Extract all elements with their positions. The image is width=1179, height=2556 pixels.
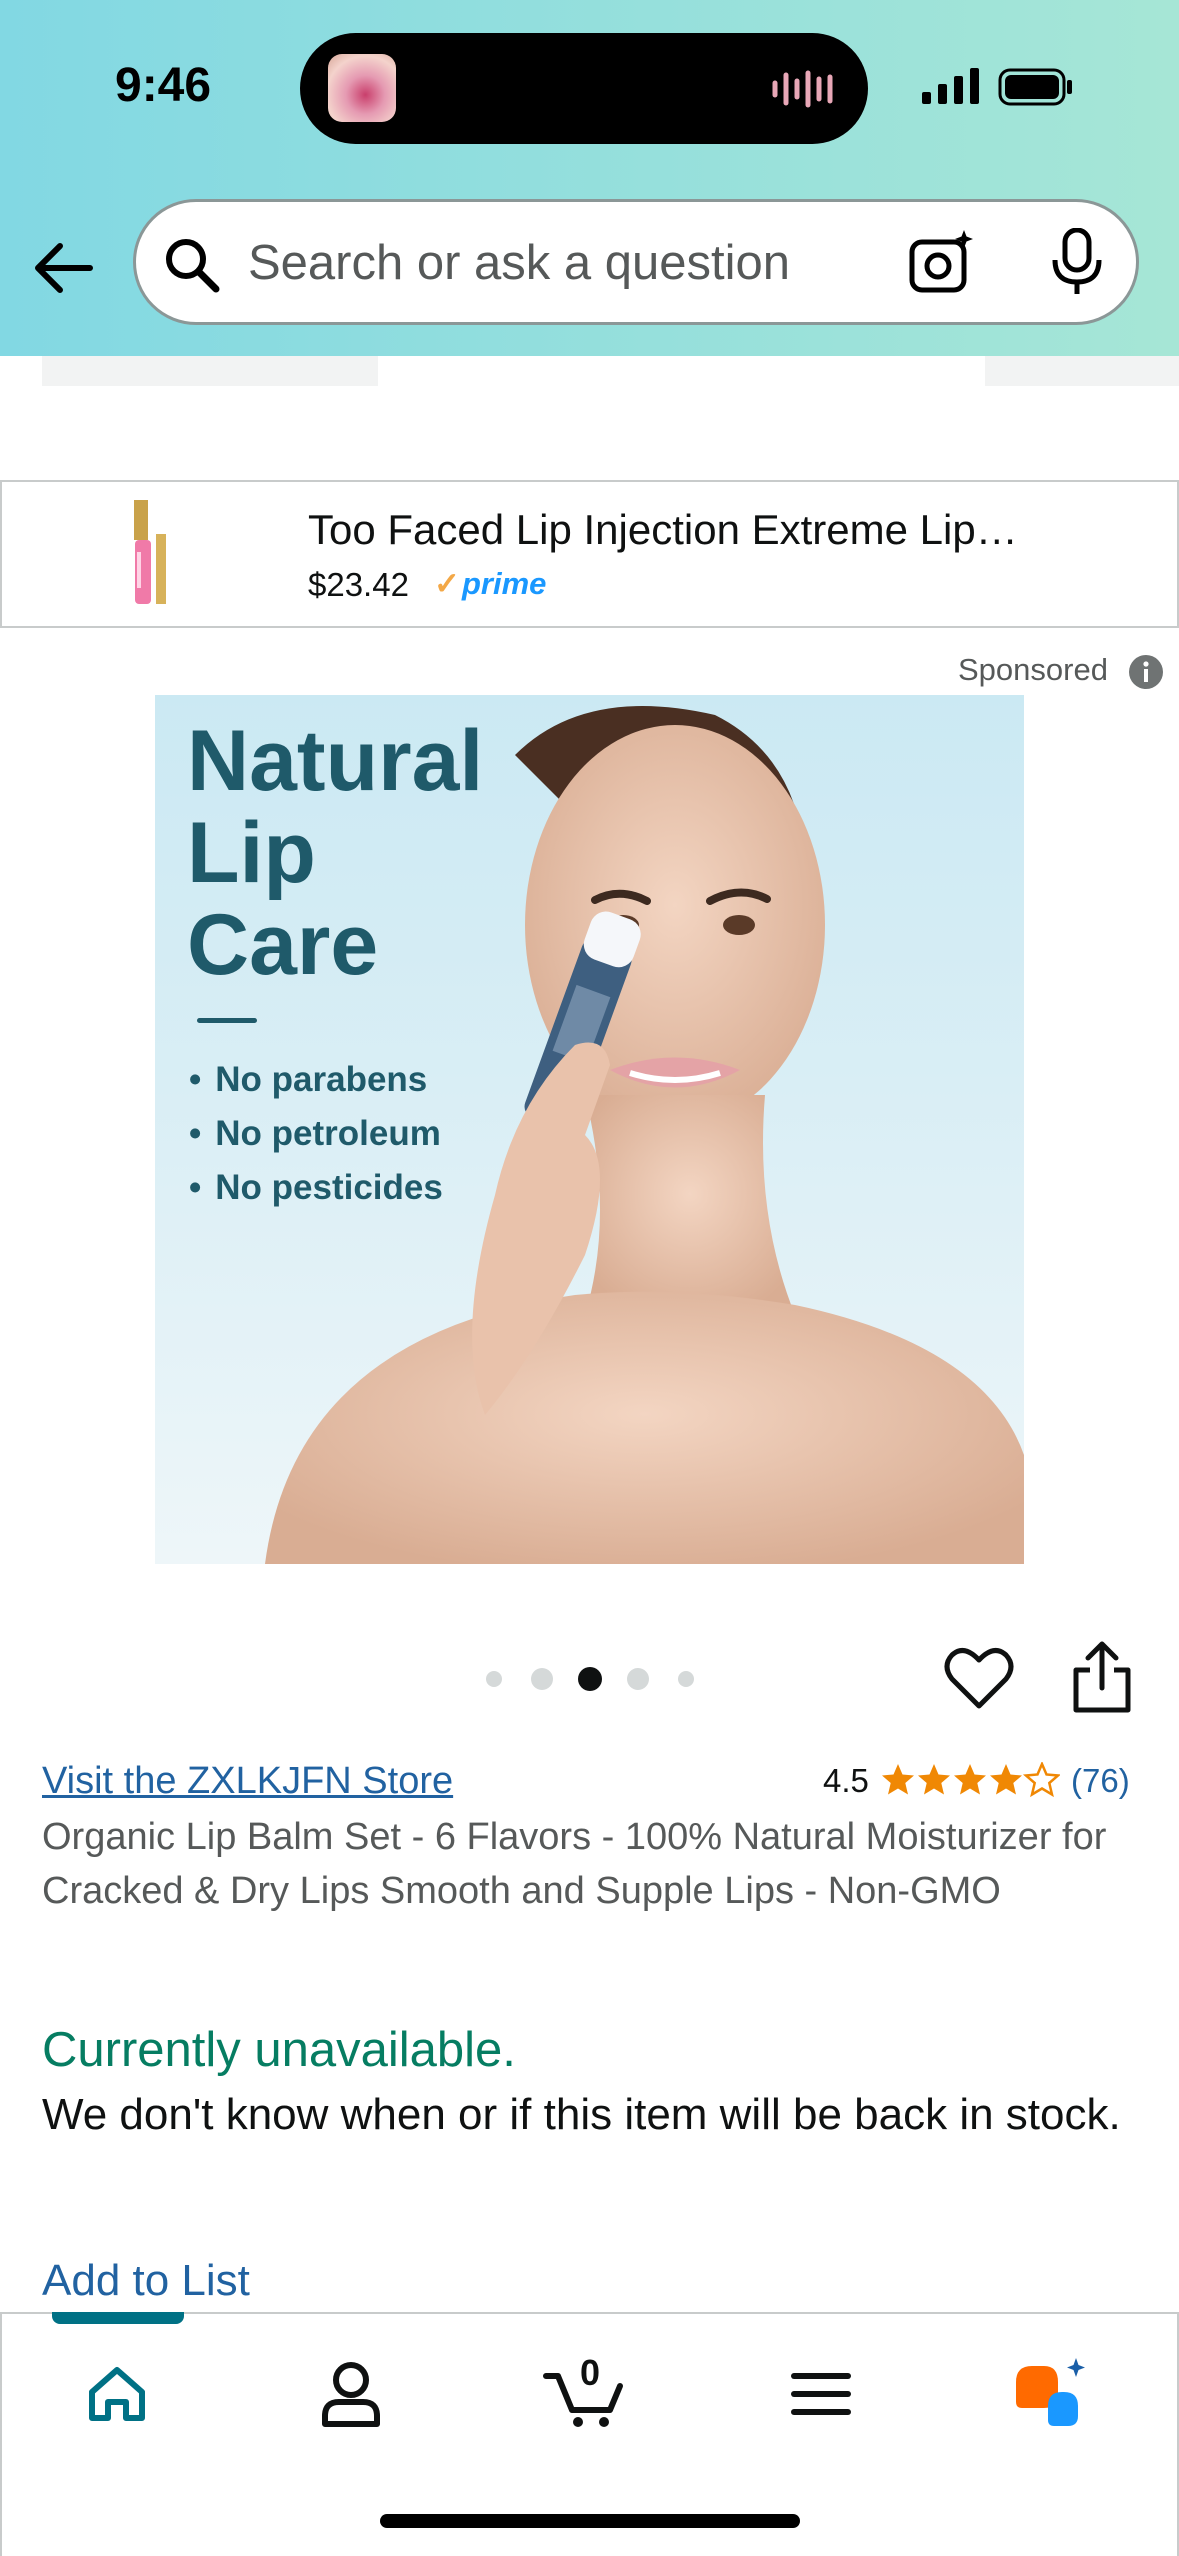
- hero-title: Natural Lip Care: [187, 715, 483, 991]
- active-tab-indicator: [52, 2312, 184, 2324]
- cellular-signal-icon: [922, 68, 979, 104]
- availability-status: Currently unavailable.: [42, 2023, 516, 2077]
- scrolled-content-remnant: [985, 356, 1179, 386]
- sponsored-product-title[interactable]: Too Faced Lip Injection Extreme Lip…: [308, 506, 1088, 554]
- carousel-page-indicator[interactable]: [480, 1664, 700, 1694]
- product-thumbnail: [134, 500, 166, 604]
- rating-count-link[interactable]: (76): [1071, 1762, 1130, 1800]
- star-icon: [954, 1764, 986, 1795]
- home-icon[interactable]: [72, 2352, 162, 2432]
- carousel-dot[interactable]: [627, 1668, 649, 1690]
- hero-title-line: Lip: [187, 805, 316, 901]
- star-rating[interactable]: [880, 1762, 1060, 1798]
- rufus-assistant-icon[interactable]: [1010, 2352, 1100, 2432]
- hero-bullet: No pesticides: [189, 1161, 443, 1215]
- back-arrow-icon[interactable]: [30, 233, 100, 303]
- share-icon[interactable]: [1070, 1640, 1134, 1714]
- dynamic-island[interactable]: [300, 33, 868, 144]
- camera-search-icon[interactable]: [908, 228, 976, 296]
- product-image[interactable]: Natural Lip Care No parabens No petroleu…: [155, 695, 1024, 1564]
- audio-waveform-icon: [772, 70, 833, 108]
- carousel-dot[interactable]: [531, 1668, 553, 1690]
- hero-title-line: Natural: [187, 713, 484, 809]
- battery-icon: [998, 68, 1072, 106]
- sponsored-label: Sponsored: [958, 652, 1108, 687]
- star-icon: [990, 1764, 1022, 1795]
- prime-badge: ✓prime: [434, 566, 547, 601]
- hero-bullet: No petroleum: [189, 1107, 443, 1161]
- hero-title-line: Care: [187, 897, 379, 993]
- sponsored-product-price: $23.42: [308, 566, 409, 603]
- search-icon: [166, 239, 220, 293]
- hero-bullet: No parabens: [189, 1053, 443, 1107]
- search-bar[interactable]: [133, 199, 1139, 325]
- heart-icon[interactable]: [944, 1646, 1014, 1710]
- carousel-dot[interactable]: [486, 1671, 502, 1687]
- status-time: 9:46: [115, 59, 212, 112]
- info-icon[interactable]: [1128, 654, 1164, 690]
- home-indicator: [380, 2514, 800, 2528]
- hero-text-block: Natural Lip Care No parabens No petroleu…: [155, 695, 1024, 1564]
- menu-icon[interactable]: [776, 2352, 866, 2432]
- scrolled-content-remnant: [42, 356, 378, 386]
- hero-bullet-list: No parabens No petroleum No pesticides: [189, 1053, 443, 1215]
- visit-store-link[interactable]: Visit the ZXLKJFN Store: [42, 1760, 453, 1803]
- microphone-icon[interactable]: [1048, 228, 1106, 296]
- star-icon: [918, 1764, 950, 1795]
- app-header: 9:46: [0, 0, 1179, 356]
- product-title: Organic Lip Balm Set - 6 Flavors - 100% …: [42, 1816, 1107, 1912]
- account-icon[interactable]: [306, 2352, 396, 2432]
- star-icon: [882, 1764, 914, 1795]
- cart-tab[interactable]: 0: [540, 2352, 630, 2432]
- hero-divider: [197, 1018, 257, 1023]
- availability-note: We don't know when or if this item will …: [42, 2090, 1121, 2139]
- rating-value: 4.5: [823, 1762, 869, 1799]
- star-half-icon: [1024, 1762, 1060, 1796]
- carousel-dot-active[interactable]: [578, 1667, 602, 1691]
- sponsored-product-banner[interactable]: Too Faced Lip Injection Extreme Lip… $23…: [0, 480, 1179, 628]
- now-playing-thumbnail: [328, 54, 396, 122]
- cart-count: 0: [580, 2352, 601, 2393]
- carousel-dot[interactable]: [678, 1671, 694, 1687]
- add-to-list-link[interactable]: Add to List: [42, 2256, 250, 2306]
